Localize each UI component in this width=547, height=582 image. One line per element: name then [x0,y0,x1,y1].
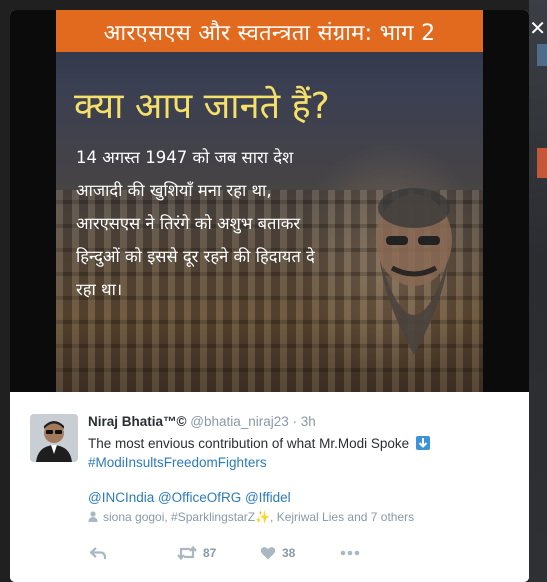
sparkles-emoji-icon: ✨ [255,510,271,524]
user-name[interactable]: Niraj Bhatia™© [88,414,186,429]
background-media-strip [537,44,547,66]
tweet-media[interactable]: आरएसएस और स्वतन्त्रता संग्राम: भाग 2 क्य… [10,10,529,392]
image-heading: क्या आप जानते हैं? [74,86,330,127]
liked-by[interactable]: siona gogoi, #SparklingstarZ✨, Kejriwal … [88,510,414,524]
hashtag-link[interactable]: #ModiInsultsFreedomFighters [88,455,267,470]
image-text-line: आरएसएस ने तिरंगे को अशुभ बताकर [76,214,301,233]
reply-icon [90,547,106,559]
like-icon [260,547,276,560]
reply-button[interactable] [90,546,106,560]
avatar[interactable] [30,414,78,462]
tweet-modal: आरएसएस और स्वतन्त्रता संग्राम: भाग 2 क्य… [10,10,529,582]
person-icon [88,511,98,522]
tweet-header: Niraj Bhatia™© @bhatia_niraj23 · 3h [88,414,316,429]
image-text-line: आजादी की खुशियाँ मना रहा था, [76,181,272,200]
image-banner: आरएसएस और स्वतन्त्रता संग्राम: भाग 2 [56,10,483,52]
image-banner-text: आरएसएस और स्वतन्त्रता संग्राम: भाग 2 [103,21,436,46]
image-text-line: रहा था। [76,280,123,299]
down-arrow-emoji-icon [415,436,430,450]
avatar-image [30,414,78,462]
background-timeline-edge [529,0,547,582]
user-handle[interactable]: @bhatia_niraj23 [190,414,289,429]
image-text-line: हिन्दुओं को इससे दूर रहने की हिदायत दे [76,247,315,266]
more-icon [340,550,360,556]
mentions-link[interactable]: @INCIndia @OfficeOfRG @Iffidel [88,490,291,505]
liked-by-others: , Kejriwal Lies and 7 others [270,510,415,524]
retweet-icon [177,546,197,560]
tweet-text: The most envious contribution of what Mr… [88,434,430,472]
background-media-strip-2 [537,148,547,178]
close-icon[interactable]: ✕ [529,18,546,38]
more-button[interactable] [340,550,360,556]
retweet-button[interactable]: 87 [177,546,216,560]
media-image: आरएसएस और स्वतन्त्रता संग्राम: भाग 2 क्य… [56,10,483,392]
tweet-timestamp[interactable]: 3h [301,414,316,429]
tweet-text-content: The most envious contribution of what Mr… [88,436,410,451]
header-separator: · [292,414,298,429]
liked-by-names: siona gogoi, #SparklingstarZ [103,510,256,524]
tweet-body: Niraj Bhatia™© @bhatia_niraj23 · 3h The … [10,392,529,582]
like-count: 38 [282,546,296,560]
like-button[interactable]: 38 [260,546,295,560]
retweet-count: 87 [203,546,217,560]
image-text-line: 14 अगस्त 1947 को जब सारा देश [76,148,294,167]
portrait-illustration [376,188,452,355]
